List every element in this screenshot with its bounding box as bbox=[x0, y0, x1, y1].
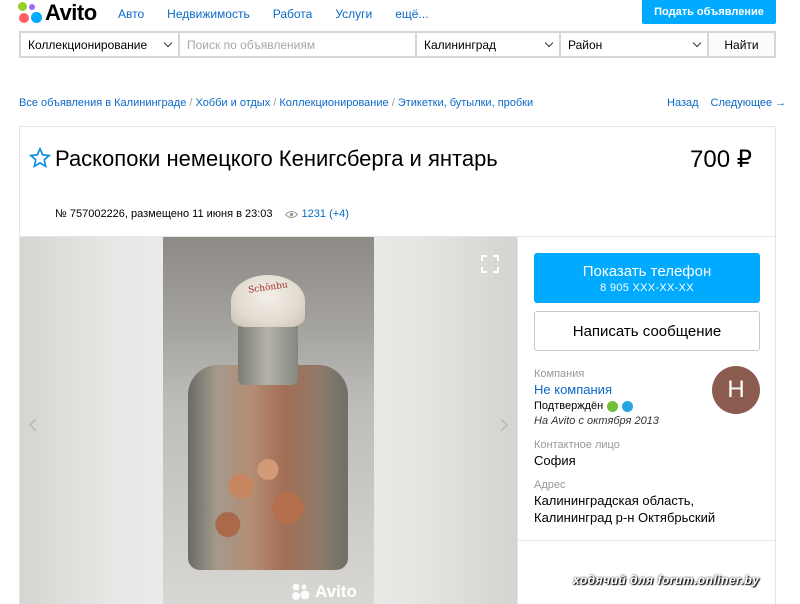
address-line-1: Калининградская область, bbox=[534, 493, 695, 508]
confirmed-label: Подтверждён bbox=[534, 400, 604, 412]
breadcrumb-item-collecting[interactable]: Коллекционирование bbox=[279, 97, 388, 109]
chevron-down-icon bbox=[544, 38, 554, 48]
post-ad-button[interactable]: Подать объявление bbox=[642, 0, 776, 24]
photo-gallery[interactable]: Schönbu bbox=[20, 237, 517, 604]
nav-item-more[interactable]: ещё... bbox=[395, 7, 428, 21]
address-value: Калининградская область, Калининград р-н… bbox=[534, 492, 715, 526]
nav-item-auto[interactable]: Авто bbox=[118, 7, 144, 21]
phone-number: 8 905 XXX-XX-XX bbox=[600, 281, 694, 294]
next-link[interactable]: Следующее → bbox=[711, 97, 787, 109]
prev-photo-icon[interactable] bbox=[28, 418, 38, 432]
breadcrumb: Все объявления в Калининграде / Хобби и … bbox=[19, 97, 533, 109]
address-label: Адрес bbox=[534, 479, 566, 491]
breadcrumb-item-labels[interactable]: Этикетки, бутылки, пробки bbox=[398, 97, 533, 109]
search-button[interactable]: Найти bbox=[709, 33, 774, 56]
write-message-button[interactable]: Написать сообщение bbox=[534, 311, 760, 351]
chevron-down-icon bbox=[692, 38, 702, 48]
member-since: На Avito с октября 2013 bbox=[534, 415, 659, 427]
listing-price: 700 ₽ bbox=[690, 146, 752, 173]
favorite-star-icon[interactable] bbox=[29, 147, 51, 169]
logo-dots-icon bbox=[18, 2, 42, 24]
logo-text: Avito bbox=[45, 0, 97, 25]
confirmed-status: Подтверждён bbox=[534, 400, 634, 412]
breadcrumb-separator: / bbox=[186, 97, 196, 109]
breadcrumb-item-all[interactable]: Все объявления в Калининграде bbox=[19, 97, 186, 109]
breadcrumb-item-hobby[interactable]: Хобби и отдых bbox=[196, 97, 271, 109]
divider bbox=[517, 237, 518, 604]
forum-watermark: ходячий для forum.onliner.by bbox=[573, 573, 760, 587]
company-label: Компания bbox=[534, 368, 585, 380]
show-phone-button[interactable]: Показать телефон 8 905 XXX-XX-XX bbox=[534, 253, 760, 303]
top-nav: Авто Недвижимость Работа Услуги ещё... bbox=[118, 7, 451, 21]
breadcrumb-separator: / bbox=[270, 97, 280, 109]
listing-nav: Назад Следующее → bbox=[667, 97, 786, 109]
search-input[interactable]: Поиск по объявлениям bbox=[180, 33, 417, 56]
fullscreen-icon[interactable] bbox=[480, 254, 500, 274]
next-photo-icon[interactable] bbox=[499, 418, 509, 432]
watermark-text: Avito bbox=[315, 582, 357, 601]
district-select[interactable]: Район bbox=[561, 33, 709, 56]
avito-watermark-icon bbox=[292, 583, 310, 600]
city-select[interactable]: Калининград bbox=[417, 33, 561, 56]
show-phone-label: Показать телефон bbox=[582, 262, 712, 280]
listing-photo[interactable]: Schönbu bbox=[163, 237, 374, 604]
listing-id-date: № 757002226, размещено 11 июня в 23:03 bbox=[55, 208, 273, 220]
listing-title: Раскопоки немецкого Кенигсберга и янтарь bbox=[55, 146, 498, 171]
nav-item-realty[interactable]: Недвижимость bbox=[167, 7, 250, 21]
avatar[interactable]: Н bbox=[712, 366, 760, 414]
contact-value: София bbox=[534, 453, 576, 468]
company-value[interactable]: Не компания bbox=[534, 382, 612, 397]
photo-watermark: Avito bbox=[291, 582, 357, 602]
avito-logo[interactable]: Avito bbox=[18, 0, 97, 26]
city-value: Калининград bbox=[424, 37, 497, 52]
address-line-2: Калининград р-н Октябрьский bbox=[534, 510, 716, 525]
divider bbox=[518, 540, 776, 541]
amber-pieces bbox=[201, 442, 335, 552]
back-link[interactable]: Назад bbox=[667, 97, 699, 109]
category-select[interactable]: Коллекционирование bbox=[21, 33, 180, 56]
chevron-down-icon bbox=[163, 38, 173, 48]
eye-icon bbox=[284, 210, 298, 218]
search-bar: Коллекционирование Поиск по объявлениям … bbox=[19, 31, 776, 58]
district-value: Район bbox=[568, 37, 603, 52]
nav-item-jobs[interactable]: Работа bbox=[273, 7, 313, 21]
nav-item-services[interactable]: Услуги bbox=[335, 7, 372, 21]
views-value: 1231 (+4) bbox=[301, 208, 349, 220]
contact-label: Контактное лицо bbox=[534, 439, 620, 451]
listing-meta: № 757002226, размещено 11 июня в 23:03 1… bbox=[55, 208, 349, 220]
views-counter[interactable]: 1231 (+4) bbox=[284, 208, 349, 220]
category-value: Коллекционирование bbox=[28, 37, 148, 52]
breadcrumb-separator: / bbox=[388, 97, 398, 109]
phone-confirmed-icon bbox=[607, 400, 619, 412]
email-confirmed-icon bbox=[622, 400, 634, 412]
